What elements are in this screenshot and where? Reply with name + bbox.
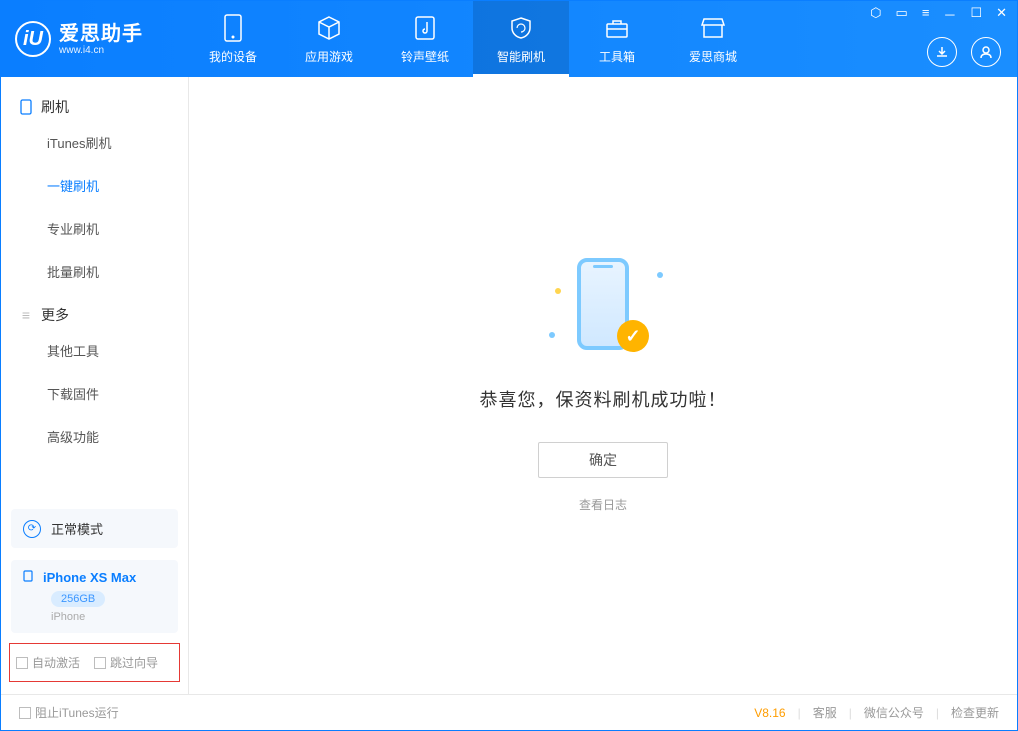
- sidegroup-flash-label: 刷机: [41, 97, 69, 117]
- sidegroup-more: ≡ 更多: [1, 293, 188, 329]
- shirt-icon[interactable]: ⬡: [870, 5, 881, 24]
- cube-icon: [315, 14, 343, 42]
- device-icon: [219, 14, 247, 42]
- footer-link-wechat[interactable]: 微信公众号: [864, 704, 924, 721]
- sidegroup-flash: 刷机: [1, 85, 188, 121]
- sidebar: 刷机 iTunes刷机 一键刷机 专业刷机 批量刷机 ≡ 更多 其他工具 下载固…: [1, 77, 189, 694]
- checkbox-label: 阻止iTunes运行: [35, 704, 119, 721]
- checkbox-auto-activate[interactable]: 自动激活: [16, 654, 80, 671]
- nav-label: 铃声壁纸: [401, 48, 449, 65]
- main-content: ✓ 恭喜您，保资料刷机成功啦！ 确定 查看日志: [189, 77, 1017, 694]
- sidebar-item-itunes-flash[interactable]: iTunes刷机: [1, 121, 188, 164]
- phone-small-icon: [19, 100, 33, 114]
- note-icon[interactable]: ▭: [896, 5, 908, 24]
- checkbox-icon: [16, 657, 28, 669]
- checkbox-skip-guide[interactable]: 跳过向导: [94, 654, 158, 671]
- header-bar: iU 爱思助手 www.i4.cn 我的设备 应用游戏 铃声壁纸 智能刷机: [1, 1, 1017, 77]
- list-icon: ≡: [19, 308, 33, 322]
- device-card[interactable]: iPhone XS Max 256GB iPhone: [11, 560, 178, 633]
- brand-url: www.i4.cn: [59, 45, 143, 56]
- maximize-button[interactable]: ☐: [970, 5, 982, 24]
- checkbox-icon: [19, 707, 31, 719]
- version-label: V8.16: [754, 706, 785, 720]
- success-illustration: ✓: [563, 258, 643, 358]
- window-controls: ⬡ ▭ ≡ － ☐ ✕: [870, 5, 1007, 24]
- checkbox-label: 自动激活: [32, 654, 80, 671]
- refresh-shield-icon: [507, 14, 535, 42]
- checkbox-block-itunes[interactable]: 阻止iTunes运行: [19, 704, 119, 721]
- check-badge-icon: ✓: [617, 320, 649, 352]
- view-log-link[interactable]: 查看日志: [579, 496, 627, 513]
- app-window: iU 爱思助手 www.i4.cn 我的设备 应用游戏 铃声壁纸 智能刷机: [0, 0, 1018, 731]
- music-note-icon: [411, 14, 439, 42]
- mode-label: 正常模式: [51, 519, 103, 538]
- nav-label: 爱思商城: [689, 48, 737, 65]
- sidebar-item-oneclick-flash[interactable]: 一键刷机: [1, 164, 188, 207]
- nav-store[interactable]: 爱思商城: [665, 1, 761, 77]
- store-icon: [699, 14, 727, 42]
- device-type: iPhone: [51, 611, 166, 623]
- minimize-button[interactable]: －: [943, 5, 956, 24]
- sidebar-item-pro-flash[interactable]: 专业刷机: [1, 207, 188, 250]
- footer-link-support[interactable]: 客服: [813, 704, 837, 721]
- download-button[interactable]: [927, 37, 957, 67]
- sidebar-item-download-firmware[interactable]: 下载固件: [1, 372, 188, 415]
- nav-my-device[interactable]: 我的设备: [185, 1, 281, 77]
- logo-icon: iU: [15, 21, 51, 57]
- device-name: iPhone XS Max: [43, 570, 136, 585]
- sidebar-item-batch-flash[interactable]: 批量刷机: [1, 250, 188, 293]
- mode-card[interactable]: ⟳ 正常模式: [11, 509, 178, 548]
- footer-bar: 阻止iTunes运行 V8.16 | 客服 | 微信公众号 | 检查更新: [1, 694, 1017, 730]
- sidegroup-more-label: 更多: [41, 305, 69, 325]
- brand-text: 爱思助手 www.i4.cn: [59, 23, 143, 56]
- nav-ringtone-wallpaper[interactable]: 铃声壁纸: [377, 1, 473, 77]
- nav-label: 应用游戏: [305, 48, 353, 65]
- brand-name: 爱思助手: [59, 23, 143, 45]
- nav-label: 工具箱: [599, 48, 635, 65]
- checkbox-label: 跳过向导: [110, 654, 158, 671]
- nav-toolbox[interactable]: 工具箱: [569, 1, 665, 77]
- nav-label: 我的设备: [209, 48, 257, 65]
- sidebar-scroll: 刷机 iTunes刷机 一键刷机 专业刷机 批量刷机 ≡ 更多 其他工具 下载固…: [1, 77, 188, 503]
- header-right-icons: [927, 37, 1001, 67]
- success-message: 恭喜您，保资料刷机成功啦！: [480, 386, 727, 412]
- close-button[interactable]: ✕: [996, 5, 1007, 24]
- menu-icon[interactable]: ≡: [922, 5, 930, 24]
- device-small-icon: [23, 570, 33, 585]
- app-body: 刷机 iTunes刷机 一键刷机 专业刷机 批量刷机 ≡ 更多 其他工具 下载固…: [1, 77, 1017, 694]
- logo-block: iU 爱思助手 www.i4.cn: [15, 21, 185, 57]
- sidebar-item-advanced[interactable]: 高级功能: [1, 415, 188, 458]
- main-navbar: 我的设备 应用游戏 铃声壁纸 智能刷机 工具箱 爱思商城: [185, 1, 761, 77]
- storage-badge: 256GB: [51, 591, 105, 607]
- bottom-options-highlight: 自动激活 跳过向导: [9, 643, 180, 682]
- sidebar-item-other-tools[interactable]: 其他工具: [1, 329, 188, 372]
- nav-apps-games[interactable]: 应用游戏: [281, 1, 377, 77]
- nav-smart-flash[interactable]: 智能刷机: [473, 1, 569, 77]
- mode-icon: ⟳: [23, 520, 41, 538]
- user-button[interactable]: [971, 37, 1001, 67]
- nav-label: 智能刷机: [497, 48, 545, 65]
- toolbox-icon: [603, 14, 631, 42]
- checkbox-icon: [94, 657, 106, 669]
- footer-link-update[interactable]: 检查更新: [951, 704, 999, 721]
- confirm-button[interactable]: 确定: [538, 442, 668, 478]
